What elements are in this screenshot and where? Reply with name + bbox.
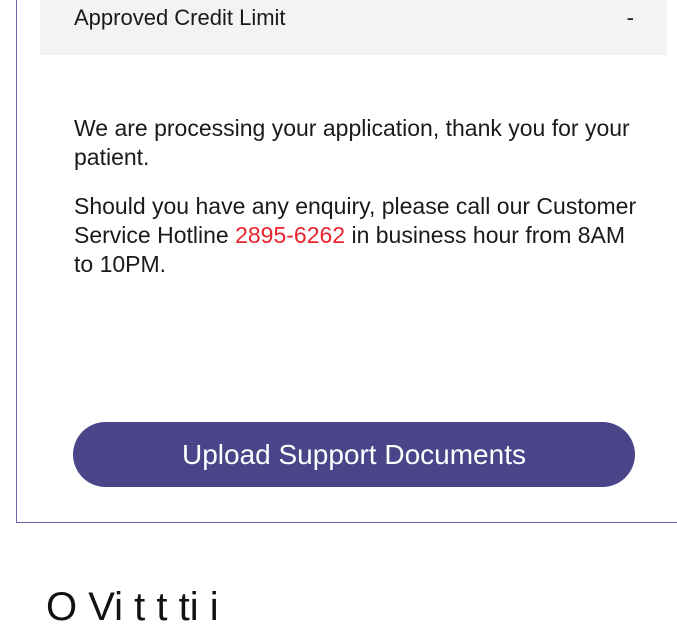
approved-credit-limit-value: - <box>626 5 634 30</box>
enquiry-message: Should you have any enquiry, please call… <box>74 192 644 279</box>
hotline-number[interactable]: 2895-6262 <box>235 222 345 248</box>
status-message: We are processing your application, than… <box>74 114 644 299</box>
upload-support-documents-button[interactable]: Upload Support Documents <box>73 422 635 487</box>
approved-credit-limit-row: Approved Credit Limit - <box>40 0 667 55</box>
next-section-heading: O Vi t t ti i <box>46 585 219 629</box>
processing-message: We are processing your application, than… <box>74 115 630 170</box>
approved-credit-limit-label: Approved Credit Limit <box>74 5 286 30</box>
